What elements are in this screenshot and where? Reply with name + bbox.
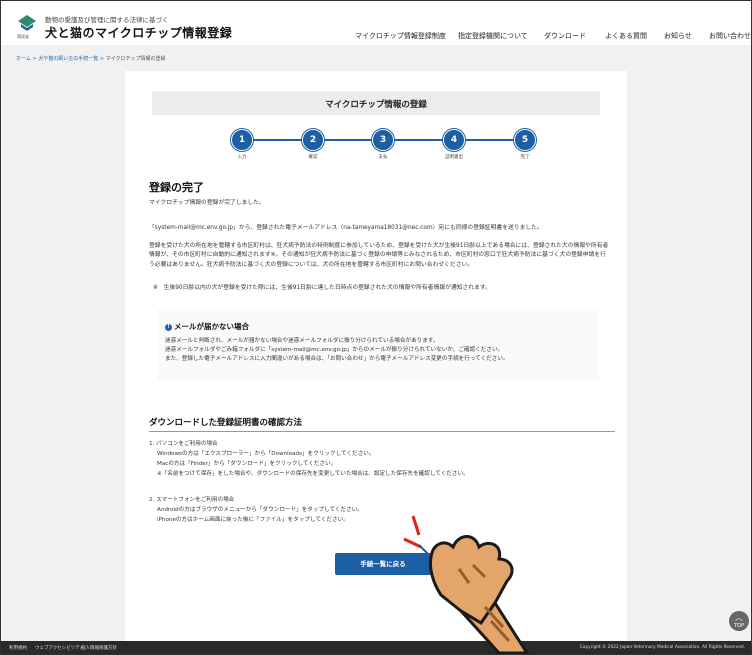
site-subtitle: 動物の愛護及び管理に関する法律に基づく: [45, 16, 169, 24]
step-number: 2: [302, 129, 324, 151]
step-label: 支払: [378, 155, 388, 160]
nav-news[interactable]: お知らせ: [664, 31, 692, 41]
sp-line: Androidの方はブラウザのメニューから「ダウンロード」をタップしてください。: [157, 507, 363, 513]
divider: [149, 431, 615, 432]
sp-title: 2. スマートフォンをご利用の場合: [149, 497, 235, 503]
nav-download[interactable]: ダウンロード: [544, 31, 586, 41]
step-number: 1: [231, 129, 253, 151]
step-number: 3: [372, 129, 394, 151]
step-number: 5: [514, 129, 536, 151]
complete-message: マイクロチップ情報の登録が完了しました。: [149, 200, 265, 206]
browser-viewport: 環境省 動物の愛護及び管理に関する法律に基づく 犬と猫のマイクロチップ情報登録 …: [0, 0, 752, 655]
step-label: 証明書出: [445, 155, 463, 160]
rabies-notice-paragraph: 登録を受けた犬の所在地を管轄する市区町村は、狂犬病予防法の特例制度に参加している…: [149, 243, 609, 268]
age-footnote: ※ 生後90日齢以内の犬が登録を受けた際には、生後91日齢に達した日時点の登録さ…: [153, 285, 491, 291]
step-confirm: 2 確認: [302, 129, 324, 160]
pc-title: 1. パソコンをご利用の場合: [149, 441, 218, 447]
chevron-up-icon: ︿: [735, 613, 743, 622]
step-certificate: 4 証明書出: [443, 129, 465, 160]
notice-title: ! メールが届かない場合: [165, 321, 249, 332]
breadcrumb-home[interactable]: ホーム: [16, 56, 31, 62]
step-payment: 3 支払: [372, 129, 394, 160]
breadcrumb: ホーム > 犬や猫の飼い主の手続一覧 > マイクロチップ情報の登録: [16, 55, 166, 62]
footer-link-terms[interactable]: 利用規約: [9, 645, 27, 651]
step-label: 完了: [520, 155, 530, 160]
breadcrumb-sep: >: [32, 56, 37, 62]
footer-link-accessibility[interactable]: ウェブアクセシビリティ: [35, 645, 84, 651]
pc-line: ※「名前をつけて保存」をした場合や、ダウンロードの保存先を変更していた場合は、設…: [157, 471, 469, 477]
notice-title-text: メールが届かない場合: [174, 322, 249, 331]
page-title-bar: マイクロチップ情報の登録: [152, 91, 600, 115]
step-label: 確認: [308, 155, 318, 160]
download-heading: ダウンロードした登録証明書の確認方法: [149, 418, 303, 428]
nav-about-registry[interactable]: 指定登録機関について: [458, 31, 528, 41]
pc-line: Windowsの方は「エクスプローラー」から「Downloads」をクリックして…: [157, 451, 375, 457]
step-complete: 5 完了: [514, 129, 536, 160]
ministry-logo-icon[interactable]: [17, 14, 37, 36]
info-icon: !: [165, 323, 172, 331]
email-not-received-box: ! メールが届かない場合 迷惑メールと判断され、メールが届かない場合や迷惑メールフ…: [157, 309, 599, 381]
site-footer: 利用規約 ウェブアクセシビリティ 個人情報保護方針 Copyright © 20…: [1, 641, 751, 654]
page-title: マイクロチップ情報の登録: [325, 100, 427, 110]
footer-copyright: Copyright © 2022 Japan Veterinary Medica…: [579, 645, 745, 650]
footer-link-privacy[interactable]: 個人情報保護方針: [81, 645, 117, 651]
breadcrumb-procedures[interactable]: 犬や猫の飼い主の手続一覧: [38, 56, 98, 62]
notice-line: 迷惑メールフォルダやごみ箱フォルダに「system-mail@mc.env.go…: [165, 347, 504, 353]
step-label: 入力: [237, 155, 247, 160]
nav-faq[interactable]: よくある質問: [605, 31, 647, 41]
page-top-button[interactable]: ︿ TOP: [729, 611, 749, 631]
breadcrumb-sep: >: [99, 56, 105, 62]
email-sent-message: 「system-mail@mc.env.go.jp」から、登録された電子メールア…: [149, 225, 543, 231]
ministry-logo-text: 環境省: [17, 34, 29, 39]
step-input: 1 入力: [231, 129, 253, 160]
sp-line: iPhoneの方はホーム画面に戻った後に「ファイル」をタップしてください。: [157, 517, 349, 523]
site-title[interactable]: 犬と猫のマイクロチップ情報登録: [45, 24, 232, 41]
paw-pointer-icon: [403, 515, 530, 654]
step-number: 4: [443, 129, 465, 151]
complete-heading: 登録の完了: [149, 181, 204, 194]
notice-line: 迷惑メールと判断され、メールが届かない場合や迷惑メールフォルダに振り分けられてい…: [165, 338, 439, 344]
nav-contact[interactable]: お問い合わせ: [709, 31, 751, 41]
site-header: 環境省 動物の愛護及び管理に関する法律に基づく 犬と猫のマイクロチップ情報登録 …: [1, 1, 751, 45]
notice-body: 迷惑メールと判断され、メールが届かない場合や迷惑メールフォルダに振り分けられてい…: [165, 337, 595, 364]
page-top-label: TOP: [733, 623, 744, 629]
main-content-card: マイクロチップ情報の登録 1 入力 2 確認 3 支払 4 証明書出 5 完了 …: [125, 71, 627, 641]
breadcrumb-current: マイクロチップ情報の登録: [105, 56, 166, 62]
nav-microchip-system[interactable]: マイクロチップ情報登録制度: [355, 31, 446, 41]
pc-line: Macの方は「Finder」から「ダウンロード」をクリックしてください。: [157, 461, 337, 467]
notice-line: また、登録した電子メールアドレスに入力間違いがある場合は、「お問い合わせ」から電…: [165, 356, 509, 362]
